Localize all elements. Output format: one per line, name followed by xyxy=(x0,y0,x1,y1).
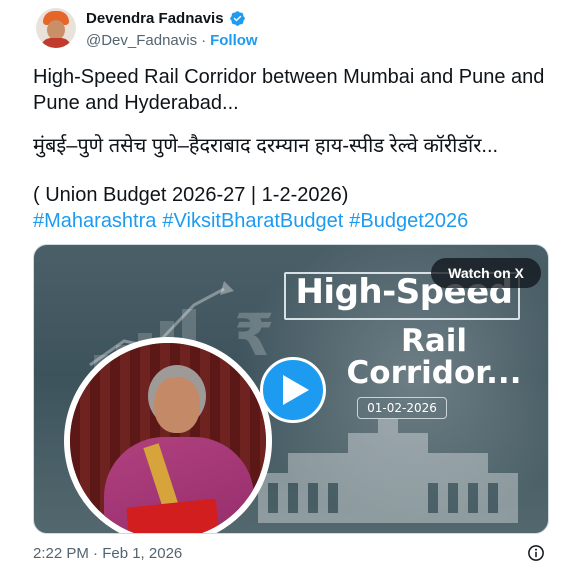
play-icon xyxy=(282,375,309,405)
author-name-row: Devendra Fadnavis xyxy=(86,8,246,28)
post-text-budget: ( Union Budget 2026-27 | 1-2-2026) xyxy=(33,184,349,206)
author-handle[interactable]: @Dev_Fadnavis xyxy=(86,32,197,49)
parliament-building-graphic xyxy=(258,419,518,523)
play-button[interactable] xyxy=(260,357,326,423)
author-name[interactable]: Devendra Fadnavis xyxy=(86,10,224,27)
post-text-marathi: मुंबई–पुणे तसेच पुणे–हैदराबाद दरम्यान हा… xyxy=(33,135,499,157)
handle-row: @Dev_Fadnavis · Follow xyxy=(86,30,258,50)
video-thumbnail[interactable]: ₹ High-Speed Rail Corridor... 01-02-2026 xyxy=(33,244,549,534)
video-title-line2: Rail xyxy=(400,323,468,359)
tweet-card: Devendra Fadnavis @Dev_Fadnavis · Follow… xyxy=(0,0,585,572)
video-title-line3: Corridor... xyxy=(346,355,522,391)
hashtag-maharashtra[interactable]: #Maharashtra xyxy=(33,208,156,234)
post-timestamp[interactable]: 2:22 PM · Feb 1, 2026 xyxy=(33,545,182,562)
watch-on-x-button[interactable]: Watch on X xyxy=(431,258,541,288)
follow-button[interactable]: Follow xyxy=(210,32,258,49)
hashtag-row: #Maharashtra #ViksitBharatBudget #Budget… xyxy=(33,208,468,234)
minister-photo xyxy=(64,337,272,533)
info-icon[interactable] xyxy=(527,544,545,562)
hashtag-budget-2026[interactable]: #Budget2026 xyxy=(349,208,468,234)
hashtag-viksit-bharat-budget[interactable]: #ViksitBharatBudget xyxy=(162,208,343,234)
verified-badge-icon xyxy=(229,10,245,26)
video-date-badge: 01-02-2026 xyxy=(357,397,447,419)
post-text-english: High-Speed Rail Corridor between Mumbai … xyxy=(33,66,545,114)
separator-dot: · xyxy=(201,31,207,49)
avatar[interactable] xyxy=(36,8,76,48)
